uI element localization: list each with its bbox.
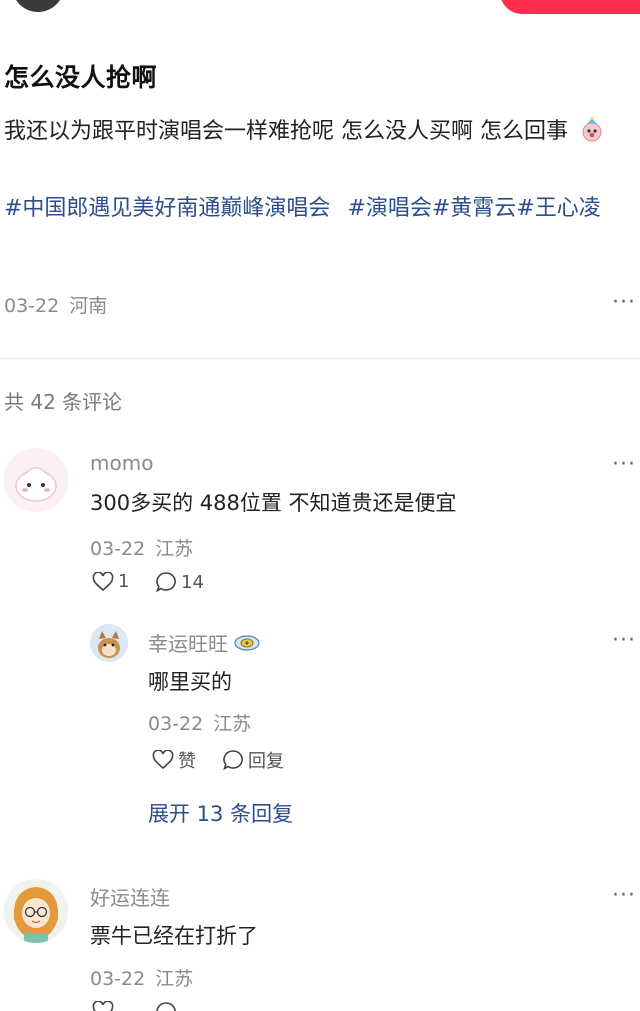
more-icon[interactable]: ··· [612, 452, 636, 477]
heart-icon [152, 750, 174, 770]
post-location: 河南 [69, 295, 108, 317]
reply-text: 哪里买的 [148, 670, 232, 694]
reply-meta: 03-22 江苏 [148, 709, 251, 736]
comment-date: 03-22 [90, 538, 146, 560]
post-date: 03-22 [4, 295, 60, 317]
reply-author-row[interactable]: 幸运旺旺 [148, 628, 260, 657]
post-meta: 03-22 河南 [4, 291, 107, 318]
comment-bubble-icon [156, 1002, 176, 1011]
reply-button[interactable]: 14 [155, 571, 204, 593]
reply-location: 江苏 [213, 713, 252, 735]
reply-label: 回复 [248, 751, 284, 772]
reply-count: 14 [181, 571, 204, 593]
comment-text: 300多买的 488位置 不知道贵还是便宜 [90, 491, 457, 515]
comment-meta: 03-22 江苏 [90, 534, 193, 561]
comment-bubble-icon [156, 572, 176, 593]
divider [0, 358, 640, 359]
avatar[interactable] [4, 448, 68, 512]
comment-location: 江苏 [155, 538, 194, 560]
follow-button[interactable] [500, 0, 640, 14]
post-body-text: 我还以为跟平时演唱会一样难抢呢 怎么没人买啊 怎么回事 [4, 119, 568, 144]
more-icon[interactable]: ··· [612, 883, 636, 908]
like-label: 赞 [178, 751, 196, 772]
comment-author[interactable]: 好运连连 [90, 882, 170, 911]
tag-link[interactable]: #王心凌 [516, 196, 600, 221]
author-avatar[interactable] [12, 0, 64, 12]
comment-meta: 03-22 江苏 [90, 964, 193, 991]
more-icon[interactable]: ··· [612, 628, 636, 653]
heart-icon [92, 1001, 114, 1011]
comment-location: 江苏 [155, 968, 194, 990]
more-icon[interactable]: ··· [612, 290, 636, 315]
like-button[interactable]: 赞 [152, 747, 196, 773]
comment-date: 03-22 [90, 968, 146, 990]
avatar[interactable] [90, 624, 128, 662]
like-count: 1 [118, 571, 130, 592]
comment-bubble-icon [223, 750, 243, 771]
tag-link[interactable]: #中国郎遇见美好南通巅峰演唱会 [4, 196, 330, 221]
badge-icon [234, 634, 260, 651]
reply-button[interactable]: 回复 [222, 747, 284, 773]
comment-count: 共 42 条评论 [4, 390, 123, 414]
expand-replies-link[interactable]: 展开 13 条回复 [148, 798, 293, 828]
reply-date: 03-22 [148, 713, 204, 735]
comment-text: 票牛已经在打折了 [90, 924, 258, 948]
post-tags: #中国郎遇见美好南通巅峰演唱会 #演唱会#黄霄云#王心凌 [4, 190, 640, 228]
avatar[interactable] [4, 879, 68, 943]
emoji-clown-icon [579, 117, 605, 143]
tag-link[interactable]: #演唱会 [347, 196, 431, 221]
tag-link[interactable]: #黄霄云 [432, 196, 516, 221]
like-button[interactable]: 1 [92, 571, 129, 592]
post-body: 我还以为跟平时演唱会一样难抢呢 怎么没人买啊 怎么回事 [4, 113, 632, 151]
comment-actions-partial[interactable] [92, 1001, 212, 1011]
post-title: 怎么没人抢啊 [4, 63, 158, 92]
comment-author[interactable]: momo [90, 451, 153, 475]
heart-icon [92, 571, 114, 591]
reply-author[interactable]: 幸运旺旺 [148, 628, 228, 657]
